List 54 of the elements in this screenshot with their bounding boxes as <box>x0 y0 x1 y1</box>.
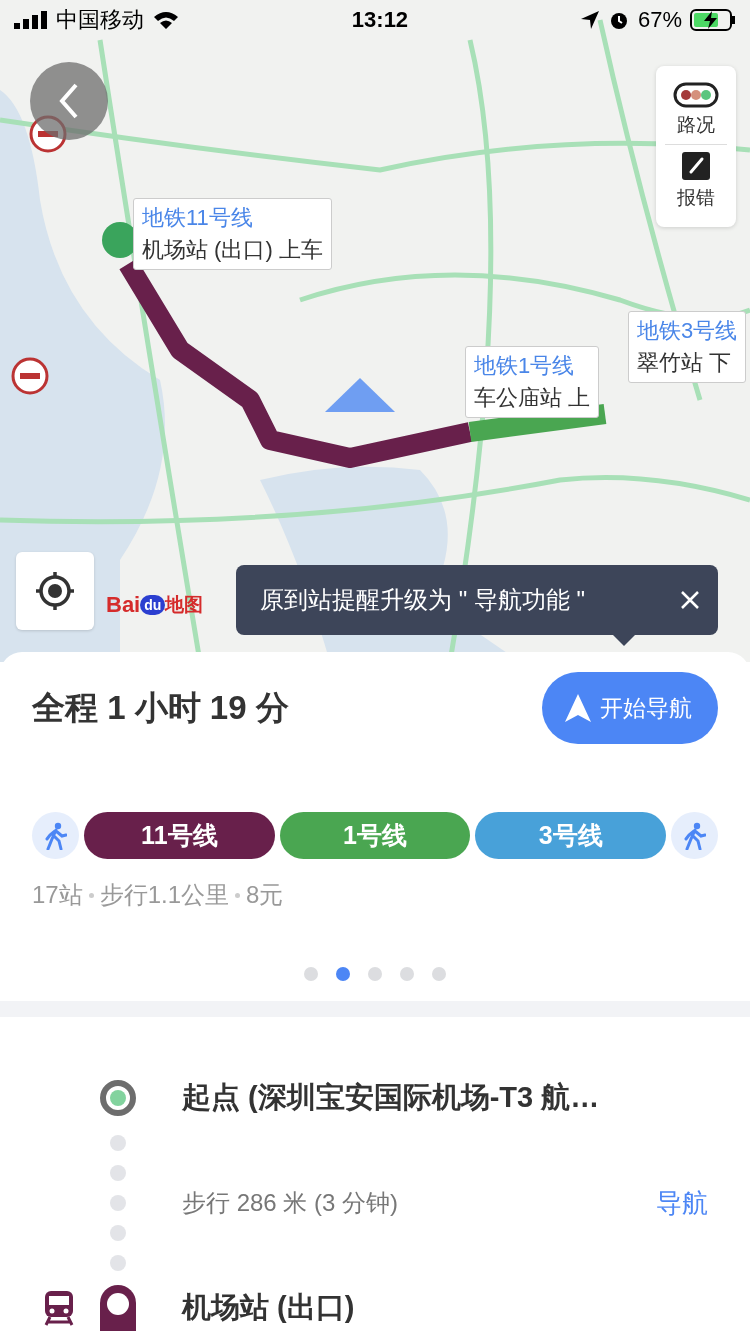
edit-icon <box>681 151 711 181</box>
station-title: 机场站 (出口) <box>182 1290 355 1325</box>
page-dot[interactable] <box>400 967 414 981</box>
clock-time: 13:12 <box>351 7 409 33</box>
traffic-light-icon <box>673 82 719 108</box>
station-action-label: 翠竹站 下 <box>637 349 733 377</box>
battery-charging-icon <box>690 9 736 31</box>
page-dot[interactable] <box>368 967 382 981</box>
page-dot[interactable] <box>432 967 446 981</box>
map-tool-button[interactable]: 路况 <box>665 76 727 145</box>
path-dot <box>110 1135 126 1151</box>
close-icon <box>680 590 700 610</box>
navigation-arrow-icon <box>564 693 592 723</box>
metro-line-label: 地铁1号线 <box>474 352 576 380</box>
metro-line-chip: 11号线 <box>84 812 275 859</box>
metro-line-label: 地铁3号线 <box>637 317 738 345</box>
no-entry-icon <box>11 357 49 395</box>
close-button[interactable] <box>680 590 700 610</box>
separator-dot <box>88 892 94 898</box>
locate-icon <box>34 570 76 612</box>
walk-instruction: 步行 286 米 (3 分钟) <box>182 1188 399 1218</box>
start-point-icon <box>99 1079 137 1117</box>
page-dot[interactable] <box>304 967 318 981</box>
path-dot <box>110 1165 126 1181</box>
page-dot[interactable] <box>336 967 350 981</box>
station-action-label: 机场站 (出口) 上车 <box>142 236 323 264</box>
wifi-icon <box>152 10 180 30</box>
route-duration: 全程 1 小时 19 分 <box>32 687 289 728</box>
logo-text: Bai <box>106 592 141 618</box>
metro-line-chip: 1号线 <box>279 812 471 859</box>
route-info: 步行1.1公里 <box>99 880 230 910</box>
route-info: 8元 <box>246 880 284 910</box>
map-tool-button[interactable]: 报错 <box>665 145 727 217</box>
locate-button[interactable] <box>16 552 94 630</box>
metro-line-label: 地铁11号线 <box>142 204 254 232</box>
route-info: 17站 <box>32 880 83 910</box>
start-point-title: 起点 (深圳宝安国际机场-T3 航… <box>182 1080 600 1115</box>
pyramid-landmark-icon <box>325 378 395 412</box>
back-chevron-icon <box>59 83 79 119</box>
walking-person-icon <box>683 821 706 850</box>
path-dot <box>110 1255 126 1271</box>
station-marker-icon <box>100 1285 136 1331</box>
toast-text: 原到站提醒升级为 " 导航功能 " <box>260 585 586 615</box>
walking-person-icon <box>44 821 67 850</box>
path-dot <box>110 1195 126 1211</box>
carrier-name: 中国移动 <box>56 6 144 34</box>
logo-text: 地图 <box>165 593 204 617</box>
separator-dot <box>235 892 241 898</box>
metro-line-chip: 3号线 <box>475 812 666 859</box>
path-dot <box>110 1225 126 1241</box>
battery-percent: 67% <box>637 7 682 33</box>
location-arrow-icon <box>579 10 600 30</box>
station-action-label: 车公庙站 上 <box>474 384 591 412</box>
signal-icon <box>14 11 48 29</box>
